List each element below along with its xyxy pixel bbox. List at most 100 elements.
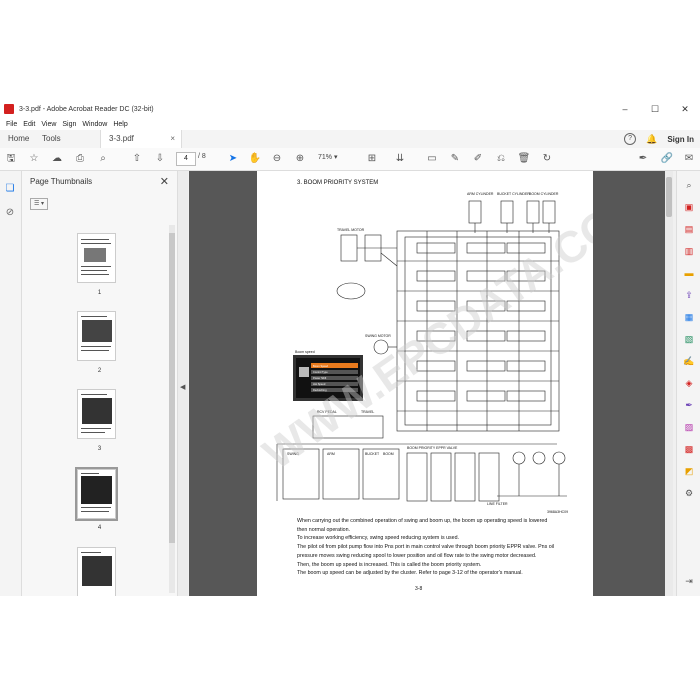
cluster-item-4: Hot Speed [313,382,326,386]
menu-sign[interactable]: Sign [62,121,76,128]
next-page-icon[interactable]: ⇩ [153,152,167,166]
scan-icon[interactable]: ▦ [683,311,695,323]
acrobat-logo-icon [4,104,14,114]
toolbar: 🖫 ☆ ☁ ⎙ ⌕ ⇧ ⇩ 4 / 8 ➤ ✋ ⊖ ⊕ 71% ▾ ⊞ ⇊ ▭ … [0,148,700,171]
label-line-filter: LINE FILTER [487,502,508,506]
stamp-icon[interactable]: ⎌ [494,152,508,166]
menu-bar: File Edit View Sign Window Help [0,118,700,130]
thumbnail-options-button[interactable]: ☰ ▾ [30,198,48,210]
edit-pdf-icon[interactable]: ▥ [683,245,695,257]
label-boom-priority: BOOM PRIORITY EPPR VALVE [407,446,458,450]
previous-page-icon[interactable]: ⇧ [130,152,144,166]
right-tools-rail: ⌕ ▣ ▤ ▥ ▬ ⇪ ▦ ▧ ✍ ◈ ✒ ▨ ▩ ◩ ⚙ ⇥ [676,171,700,596]
menu-help[interactable]: Help [113,121,127,128]
save-icon[interactable]: 🖫 [4,152,18,166]
zoom-level[interactable]: 71% ▾ [318,153,337,161]
highlight-pen-icon[interactable]: ✎ [448,152,462,166]
redact-icon[interactable]: ▩ [683,443,695,455]
cluster-item-1: Boom Speed [313,364,329,368]
tab-home[interactable]: Home [8,130,29,148]
left-nav-rail: ❏ ⊘ [0,171,22,596]
thumbnail-scrollbar[interactable] [169,225,175,593]
email-icon[interactable]: ✉ [682,152,696,166]
comment-icon[interactable]: ▭ [425,152,439,166]
acrobat-window: 3-3.pdf - Adobe Acrobat Reader DC (32-bi… [0,100,700,596]
thumbnail-page-4[interactable] [75,467,118,521]
thumbnail-label-1: 1 [97,290,102,296]
menu-window[interactable]: Window [82,121,107,128]
paragraph-4: Then, the boom up speed is increased. Th… [297,561,482,568]
compress-icon[interactable]: ▨ [683,421,695,433]
upload-cloud-icon[interactable]: ☁ [50,152,64,166]
label-arm: ARM [327,452,335,456]
bookmark-star-icon[interactable]: ☆ [27,152,41,166]
document-scrollbar[interactable] [665,171,673,596]
page-thumbnails-icon[interactable]: ❏ [4,183,16,195]
document-canvas[interactable]: 3. BOOM PRIORITY SYSTEM ARM CYLINDER BUC… [189,171,665,596]
tab-document[interactable]: 3-3.pdf × [100,130,182,148]
notifications-icon[interactable]: 🔔 [646,134,657,145]
delete-icon[interactable]: 🗑 [517,152,531,166]
send-for-signature-icon[interactable]: ✒ [683,399,695,411]
page-number-input[interactable]: 4 [176,152,196,166]
page-total: / 8 [198,153,206,160]
organize-pages-icon[interactable]: ▧ [683,333,695,345]
thumbnail-page-3[interactable] [77,389,116,439]
window-controls: – ☐ ✕ [610,100,700,118]
sign-icon[interactable]: ✒ [636,152,650,166]
collapse-pane-icon[interactable]: ⇥ [683,575,695,587]
zoom-out-icon[interactable]: ⊖ [270,152,284,166]
minimize-button[interactable]: – [610,100,640,118]
close-window-button[interactable]: ✕ [670,100,700,118]
close-tab-icon[interactable]: × [170,130,175,148]
hydraulic-schematic: ARM CYLINDER BUCKET CYLINDER BOOM CYLIND… [257,178,593,514]
comment-tool-icon[interactable]: ▬ [683,267,695,279]
search-tool-icon[interactable]: ⌕ [683,179,695,191]
attachment-paperclip-icon[interactable]: ⊘ [4,207,16,219]
tab-tools[interactable]: Tools [42,130,61,148]
hand-tool-icon[interactable]: ✋ [248,152,262,166]
close-panel-icon[interactable]: ✕ [160,175,169,188]
zoom-in-icon[interactable]: ⊕ [293,152,307,166]
help-icon[interactable]: ? [624,133,637,145]
print-icon[interactable]: ⎙ [73,152,87,166]
title-bar: 3-3.pdf - Adobe Acrobat Reader DC (32-bi… [0,100,700,118]
maximize-button[interactable]: ☐ [640,100,670,118]
label-swing-motor: SWING MOTOR [365,334,391,338]
label-drawing-code: 3968A3HC09 [547,510,568,514]
thumbnail-page-1[interactable] [77,233,116,283]
combine-files-icon[interactable]: ▤ [683,223,695,235]
thumbnail-page-2[interactable] [77,311,116,361]
watermark: WWW.EPCDATA.COM [257,178,593,479]
page-thumbnails-panel: Page Thumbnails ✕ ☰ ▾ 1 2 3 4 [22,171,178,596]
thumbnail-label-4: 4 [97,525,102,531]
document-tab-label: 3-3.pdf [109,134,134,143]
label-boom: BOOM [383,452,394,456]
rotate-icon[interactable]: ↻ [540,152,554,166]
paragraph-2: To increase working efficiency, swing sp… [297,535,460,542]
share-link-icon[interactable]: 🔗 [660,152,674,166]
create-pdf-icon[interactable]: ▣ [683,201,695,213]
find-icon[interactable]: ⌕ [96,152,110,166]
scroll-mode-icon[interactable]: ⇊ [393,152,407,166]
sign-in-button[interactable]: Sign In [667,135,694,144]
protect-icon[interactable]: ◈ [683,377,695,389]
rich-media-icon[interactable]: ◩ [683,465,695,477]
thumbnail-page-5[interactable] [77,547,116,596]
panel-title: Page Thumbnails [30,177,93,186]
account-area: ? 🔔 Sign In [624,130,694,148]
more-tools-icon[interactable]: ⚙ [683,487,695,499]
panel-splitter[interactable]: ◀ [178,171,188,596]
menu-view[interactable]: View [41,121,56,128]
pdf-page: 3. BOOM PRIORITY SYSTEM ARM CYLINDER BUC… [257,171,593,596]
paragraph-1: When carrying out the combined operation… [297,518,548,533]
fill-sign-icon[interactable]: ✍ [683,355,695,367]
select-cursor-icon[interactable]: ➤ [226,152,240,166]
tabs-bar: Home Tools 3-3.pdf × ? 🔔 Sign In [0,130,700,149]
menu-edit[interactable]: Edit [23,121,35,128]
draw-icon[interactable]: ✐ [471,152,485,166]
menu-file[interactable]: File [6,121,17,128]
page-fit-icon[interactable]: ⊞ [365,152,379,166]
export-pdf-icon[interactable]: ⇪ [683,289,695,301]
cluster-item-2: Control Type [313,370,328,374]
